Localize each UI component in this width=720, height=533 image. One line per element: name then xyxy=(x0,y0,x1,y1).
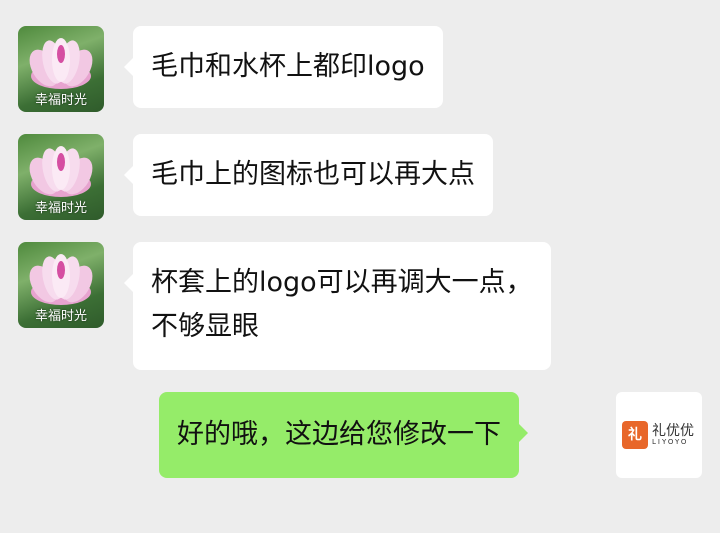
message-text: 好的哦，这边给您修改一下 xyxy=(177,419,501,450)
message-text: 毛巾上的图标也可以再大点 xyxy=(151,159,475,190)
logo-name: 礼优优 xyxy=(652,423,694,439)
avatar-caption: 幸福时光 xyxy=(34,309,87,324)
avatar-caption: 幸福时光 xyxy=(34,201,87,216)
contact-avatar[interactable]: 幸福时光 xyxy=(18,26,104,112)
contact-avatar[interactable]: 幸福时光 xyxy=(18,134,104,220)
message-bubble[interactable]: 杯套上的logo可以再调大一点， 不够显眼 xyxy=(124,242,551,370)
message-text-line-1: 杯套上的logo可以再调大一点， xyxy=(151,267,533,298)
message-bubble-outgoing[interactable]: 好的哦，这边给您修改一下 xyxy=(159,392,528,478)
message-text-line-2: 不够显眼 xyxy=(151,311,259,342)
liyoyo-logo-icon: 礼 xyxy=(622,421,648,449)
avatar-caption: 幸福时光 xyxy=(34,93,87,108)
contact-avatar[interactable]: 幸福时光 xyxy=(18,242,104,328)
message-bubble[interactable]: 毛巾和水杯上都印logo xyxy=(124,26,443,108)
message-bubble[interactable]: 毛巾上的图标也可以再大点 xyxy=(124,134,493,216)
my-avatar[interactable]: 礼 礼优优 LIYOYO xyxy=(616,392,702,478)
message-text: 毛巾和水杯上都印logo xyxy=(151,51,425,82)
logo-sub: LIYOYO xyxy=(652,438,689,446)
